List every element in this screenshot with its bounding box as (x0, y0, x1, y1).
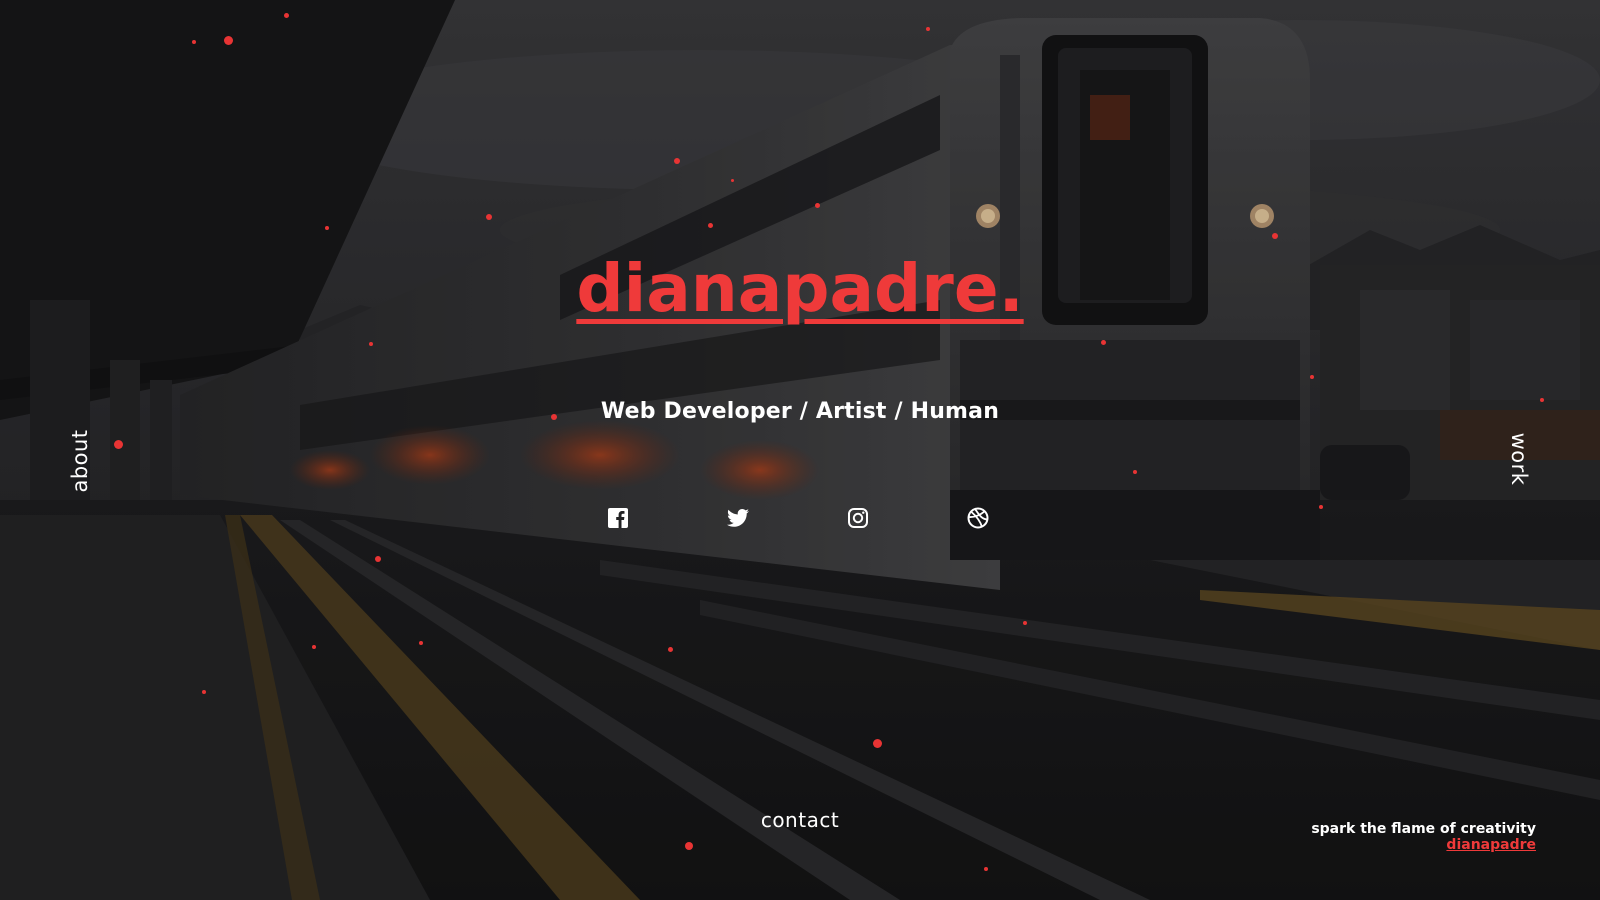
particle-dot (375, 556, 381, 562)
hero-tagline: Web Developer / Artist / Human (600, 399, 1000, 424)
particle-dot (1023, 621, 1027, 625)
particle-dot (873, 739, 882, 748)
particle-dot (668, 647, 673, 652)
particle-dot (674, 158, 680, 164)
particle-dot (984, 867, 988, 871)
particle-dot (369, 342, 373, 346)
particle-dot (1310, 375, 1314, 379)
footer-signature-link[interactable]: dianapadre (1446, 837, 1536, 853)
particle-dot (202, 690, 206, 694)
about-link[interactable]: about (68, 429, 92, 492)
contact-link[interactable]: contact (761, 808, 839, 832)
brand-logo-heading: dianapadre. (0, 250, 1600, 327)
dribbble-icon[interactable] (966, 506, 990, 530)
footer-motto: spark the flame of creativity (1311, 821, 1536, 837)
particle-dot (1101, 340, 1106, 345)
particle-dot (114, 440, 123, 449)
facebook-icon[interactable] (606, 506, 630, 530)
particle-dot (325, 226, 329, 230)
particle-dot (926, 27, 930, 31)
particle-dot (486, 214, 492, 220)
particle-dot (284, 13, 289, 18)
particle-dot (192, 40, 196, 44)
particle-dot (731, 179, 734, 182)
particle-dot (1272, 233, 1278, 239)
particle-dot (815, 203, 820, 208)
particle-dot (312, 645, 316, 649)
landing-page: dianapadre. Web Developer / Artist / Hum… (0, 0, 1600, 900)
particle-dot (685, 842, 693, 850)
twitter-icon[interactable] (726, 506, 750, 530)
instagram-icon[interactable] (846, 506, 870, 530)
background-train-station-image (0, 0, 1600, 900)
particle-dot (708, 223, 713, 228)
footer-credit: spark the flame of creativity dianapadre (1311, 821, 1536, 853)
particle-dot (224, 36, 233, 45)
brand-logo-link[interactable]: dianapadre. (576, 250, 1023, 327)
social-links (0, 506, 1600, 530)
particle-dot (419, 641, 423, 645)
particle-dot (1133, 470, 1137, 474)
work-link[interactable]: work (1507, 433, 1531, 486)
